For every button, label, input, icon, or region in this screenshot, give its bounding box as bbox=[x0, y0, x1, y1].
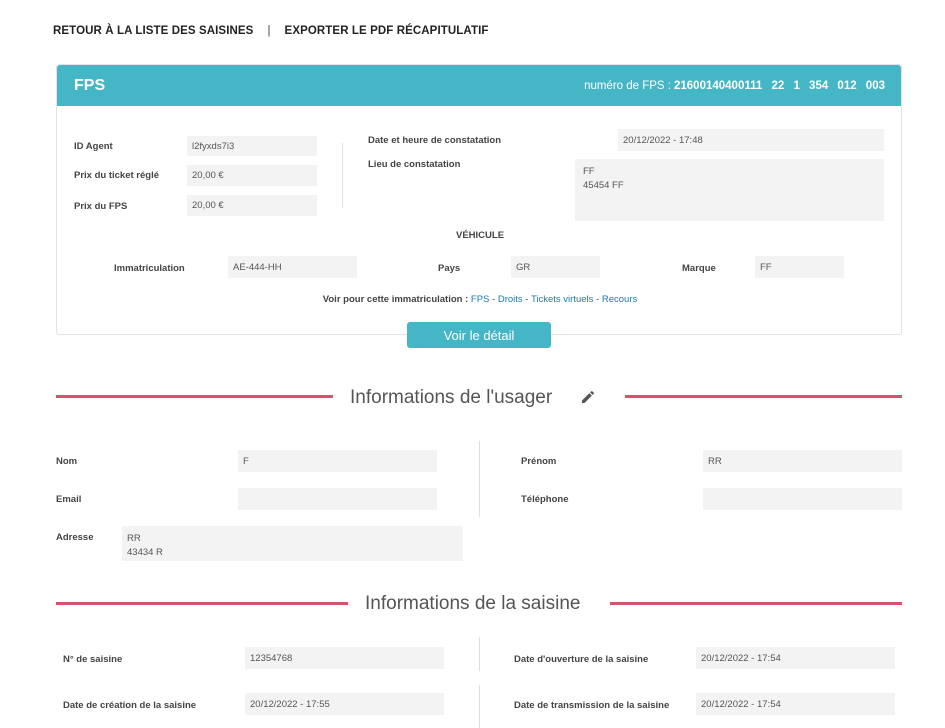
country-field: GR bbox=[511, 256, 600, 278]
nav-separator: | bbox=[267, 25, 271, 37]
address-label: Adresse bbox=[56, 532, 94, 543]
lastname-label: Nom bbox=[56, 456, 78, 467]
saisine-section-title: Informations de la saisine bbox=[365, 593, 581, 614]
saisine-open-label: Date d'ouverture de la saisine bbox=[514, 654, 649, 665]
plate-field: AE-444-HH bbox=[228, 256, 357, 278]
pencil-icon[interactable] bbox=[580, 389, 596, 405]
back-to-list-link[interactable]: RETOUR À LA LISTE DES SAISINES bbox=[53, 25, 253, 37]
link-tickets-virtuels[interactable]: Tickets virtuels bbox=[531, 294, 593, 305]
user-section-title: Informations de l'usager bbox=[350, 387, 553, 408]
ticket-price-label: Prix du ticket réglé bbox=[74, 170, 160, 181]
date-constat-label: Date et heure de constatation bbox=[368, 135, 502, 146]
link-recours[interactable]: Recours bbox=[602, 294, 637, 305]
saisine-column-divider-bottom bbox=[479, 685, 480, 728]
link-sep: - bbox=[593, 294, 602, 305]
place-constat-label: Lieu de constatation bbox=[368, 159, 461, 170]
saisine-transmit-label: Date de transmission de la saisine bbox=[514, 700, 670, 711]
top-nav: RETOUR À LA LISTE DES SAISINES | EXPORTE… bbox=[53, 25, 489, 37]
saisine-column-divider-top bbox=[479, 637, 480, 671]
user-section-line-right bbox=[625, 395, 902, 398]
brand-label: Marque bbox=[682, 263, 716, 274]
link-sep: - bbox=[522, 294, 531, 305]
saisine-created-field: 20/12/2022 - 17:55 bbox=[245, 693, 444, 715]
fps-number: numéro de FPS :21600140400111 22 1 354 0… bbox=[584, 80, 885, 92]
lastname-field: F bbox=[238, 450, 437, 472]
ticket-price-field: 20,00 € bbox=[187, 165, 317, 186]
email-field bbox=[238, 488, 437, 510]
saisine-transmit-field: 20/12/2022 - 17:54 bbox=[696, 693, 895, 715]
fps-column-divider bbox=[342, 143, 343, 208]
view-detail-button[interactable]: Voir le détail bbox=[407, 322, 551, 348]
fps-card-title: FPS bbox=[74, 76, 106, 94]
place-constat-field: FF 45454 FF bbox=[575, 159, 884, 221]
date-constat-field: 20/12/2022 - 17:48 bbox=[618, 129, 884, 151]
fps-number-value: 21600140400111 22 1 354 012 003 bbox=[674, 79, 885, 92]
firstname-label: Prénom bbox=[521, 456, 557, 467]
saisine-created-label: Date de création de la saisine bbox=[63, 700, 197, 711]
user-column-divider bbox=[479, 441, 480, 517]
saisine-number-label: N° de saisine bbox=[63, 654, 123, 665]
plate-label: Immatriculation bbox=[114, 263, 185, 274]
address-field: RR 43434 R bbox=[122, 526, 463, 561]
link-fps[interactable]: FPS bbox=[471, 294, 489, 305]
vehicle-heading: VÉHICULE bbox=[456, 230, 505, 241]
email-label: Email bbox=[56, 494, 82, 505]
fps-price-field: 20,00 € bbox=[187, 195, 317, 216]
user-section-line-left bbox=[56, 395, 333, 398]
saisine-section-line-right bbox=[610, 602, 902, 605]
agent-id-label: ID Agent bbox=[74, 141, 113, 152]
export-pdf-link[interactable]: EXPORTER LE PDF RÉCAPITULATIF bbox=[285, 25, 489, 37]
plate-links-label: Voir pour cette immatriculation : bbox=[322, 294, 469, 305]
firstname-field: RR bbox=[703, 450, 902, 472]
saisine-open-field: 20/12/2022 - 17:54 bbox=[696, 647, 895, 669]
saisine-section-line-left bbox=[56, 602, 348, 605]
link-sep: - bbox=[489, 294, 498, 305]
saisine-number-field: 12354768 bbox=[245, 647, 444, 669]
fps-number-label: numéro de FPS : bbox=[584, 79, 671, 92]
phone-field bbox=[703, 488, 902, 510]
brand-field: FF bbox=[755, 256, 844, 278]
fps-card-header: FPS numéro de FPS :21600140400111 22 1 3… bbox=[57, 65, 901, 106]
phone-label: Téléphone bbox=[521, 494, 569, 505]
link-droits[interactable]: Droits bbox=[498, 294, 523, 305]
agent-id-field: l2fyxds7i3 bbox=[187, 136, 317, 156]
country-label: Pays bbox=[438, 263, 461, 274]
fps-price-label: Prix du FPS bbox=[74, 201, 128, 212]
plate-links: Voir pour cette immatriculation : FPS - … bbox=[0, 294, 945, 305]
